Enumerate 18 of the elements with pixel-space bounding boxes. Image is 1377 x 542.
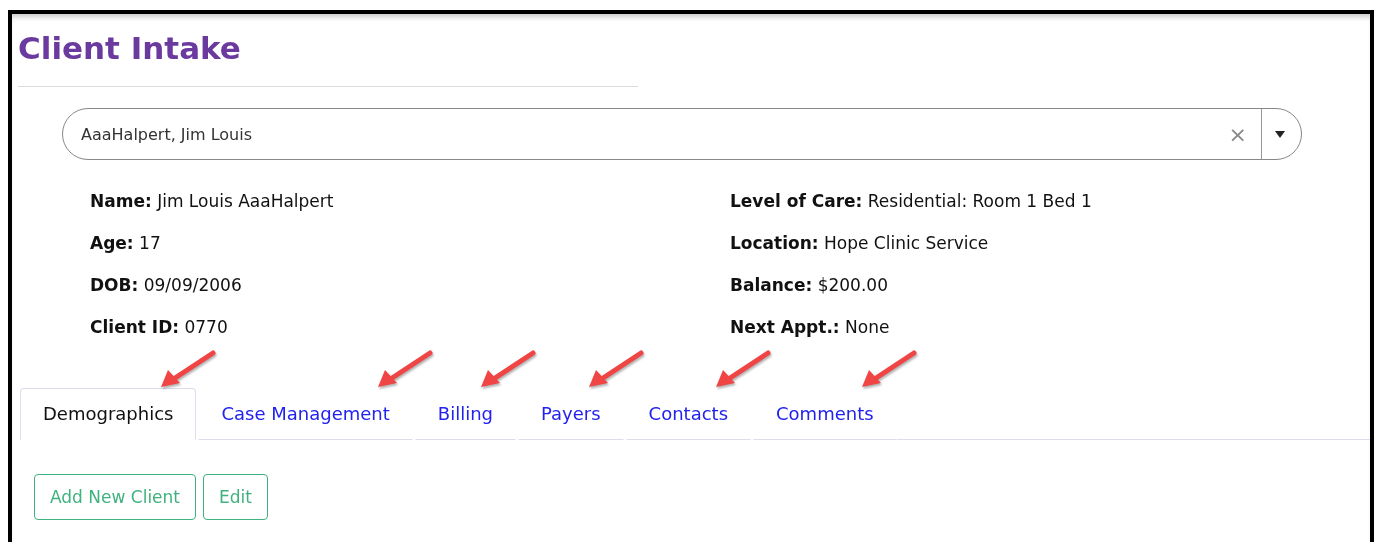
tab[interactable]: Payers [518, 388, 624, 440]
detail-field: Next Appt.: None [730, 316, 1370, 338]
detail-field: Client ID: 0770 [90, 316, 730, 338]
tab[interactable]: Contacts [625, 388, 751, 440]
selected-client: AaaHalpert, Jim Louis [80, 124, 254, 144]
detail-field: Name: Jim Louis AaaHalpert [90, 190, 730, 212]
tab[interactable]: Comments [753, 388, 897, 440]
page-title: Client Intake [18, 29, 242, 68]
tab[interactable]: Case Management [198, 388, 413, 440]
detail-field: Balance: $200.00 [730, 274, 1370, 296]
detail-field: Age: 17 [90, 232, 730, 254]
tab[interactable]: Demographics [20, 388, 197, 440]
detail-field: DOB: 09/09/2006 [90, 274, 730, 296]
tab[interactable]: Billing [414, 388, 516, 440]
clear-button[interactable]: × [1218, 121, 1257, 147]
detail-field: Location: Hope Clinic Service [730, 232, 1370, 254]
detail-field: Level of Care: Residential: Room 1 Bed 1 [730, 190, 1370, 212]
caret-icon[interactable] [1275, 130, 1285, 138]
